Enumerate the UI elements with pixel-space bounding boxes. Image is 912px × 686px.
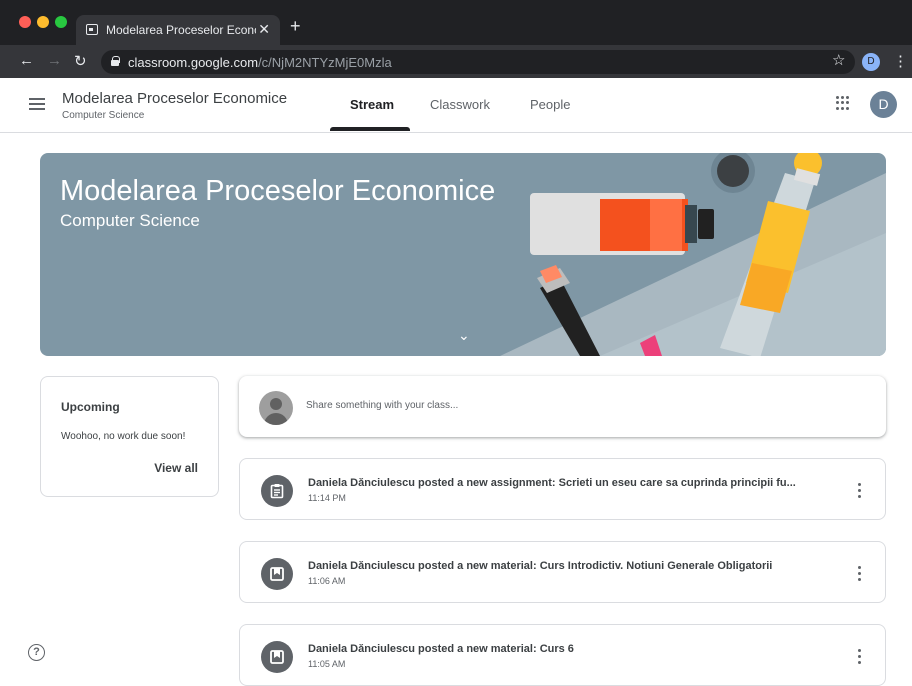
stream-post[interactable]: Daniela Dănciulescu posted a new assignm… [239, 458, 886, 520]
user-avatar-icon [259, 391, 293, 425]
maximize-window-button[interactable] [55, 16, 67, 28]
post-title[interactable]: Daniela Dănciulescu posted a new assignm… [308, 477, 834, 489]
tab-stream[interactable]: Stream [350, 97, 394, 112]
share-placeholder[interactable]: Share something with your class... [306, 400, 458, 411]
tab-people[interactable]: People [530, 97, 570, 112]
browser-menu-icon[interactable]: ⋮ [893, 52, 908, 70]
help-icon[interactable]: ? [28, 644, 45, 661]
browser-tab[interactable]: Modelarea Proceselor Economic ✕ [76, 15, 280, 45]
material-icon [261, 641, 293, 673]
post-time: 11:14 PM [308, 493, 346, 503]
post-time: 11:06 AM [308, 576, 346, 586]
post-more-options-icon[interactable] [858, 566, 861, 581]
browser-tab-bar: Modelarea Proceselor Economic ✕ + [0, 0, 912, 45]
banner-course-title: Modelarea Proceselor Economice [60, 175, 496, 207]
close-window-button[interactable] [19, 16, 31, 28]
active-tab-indicator [330, 127, 410, 131]
stream-post[interactable]: Daniela Dănciulescu posted a new materia… [239, 541, 886, 603]
tab-classwork[interactable]: Classwork [430, 97, 490, 112]
assignment-icon [261, 475, 293, 507]
google-apps-icon[interactable] [836, 96, 850, 110]
upcoming-card: Upcoming Woohoo, no work due soon! View … [40, 376, 219, 497]
browser-toolbar: ← → ↻ classroom.google.com/c/NjM2NTYzMjE… [0, 45, 912, 78]
post-more-options-icon[interactable] [858, 483, 861, 498]
upcoming-title: Upcoming [61, 400, 120, 414]
bookmark-star-icon[interactable]: ☆ [832, 51, 845, 69]
new-tab-button[interactable]: + [290, 16, 301, 37]
upcoming-message: Woohoo, no work due soon! [61, 431, 186, 442]
course-subtitle: Computer Science [62, 110, 145, 121]
classroom-header: Modelarea Proceselor Economice Computer … [0, 78, 912, 133]
banner-course-subtitle: Computer Science [60, 211, 200, 230]
tab-title: Modelarea Proceselor Economic [106, 23, 256, 37]
account-avatar[interactable]: D [870, 91, 897, 118]
classroom-favicon-icon [86, 24, 98, 35]
browser-profile-avatar[interactable]: D [862, 53, 880, 71]
share-box[interactable]: Share something with your class... [239, 376, 886, 437]
class-banner: Modelarea Proceselor Economice Computer … [40, 153, 886, 356]
url-text[interactable]: classroom.google.com/c/NjM2NTYzMjE0Mzla [128, 55, 392, 70]
post-title[interactable]: Daniela Dănciulescu posted a new materia… [308, 643, 834, 655]
post-time: 11:05 AM [308, 659, 346, 669]
material-icon [261, 558, 293, 590]
view-all-link[interactable]: View all [154, 461, 198, 475]
close-tab-icon[interactable]: ✕ [258, 21, 270, 38]
chevron-down-icon[interactable]: ⌄ [458, 327, 470, 344]
post-more-options-icon[interactable] [858, 649, 861, 664]
reload-icon[interactable]: ↻ [74, 52, 87, 70]
address-bar[interactable]: classroom.google.com/c/NjM2NTYzMjE0Mzla [101, 50, 855, 74]
lock-icon [111, 56, 120, 66]
minimize-window-button[interactable] [37, 16, 49, 28]
forward-arrow-icon[interactable]: → [47, 52, 62, 69]
course-title[interactable]: Modelarea Proceselor Economice [62, 90, 287, 107]
back-arrow-icon[interactable]: ← [19, 52, 34, 69]
post-title[interactable]: Daniela Dănciulescu posted a new materia… [308, 560, 834, 572]
main-menu-icon[interactable] [29, 98, 45, 110]
